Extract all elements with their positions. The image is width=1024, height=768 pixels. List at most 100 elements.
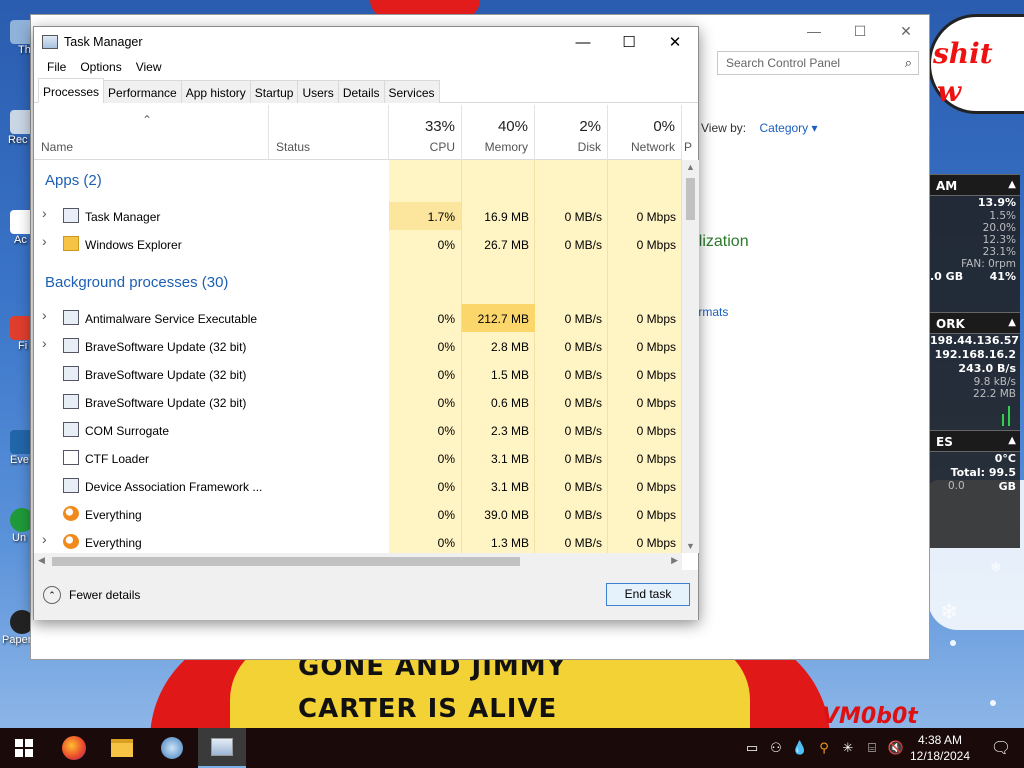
user-icon[interactable]: ⚇ bbox=[764, 740, 788, 756]
memory-value: 1.3 MB bbox=[490, 536, 529, 550]
vertical-scrollbar[interactable]: ▲ ▼ bbox=[682, 160, 699, 553]
snowflake-icon: ❄ bbox=[990, 560, 1002, 576]
process-row[interactable]: › BraveSoftware Update (32 bit) 0% 2.8 MB 0 … bbox=[34, 332, 682, 360]
column-disk[interactable]: 2% Disk bbox=[535, 105, 608, 160]
process-row[interactable]: › Windows Explorer 0% 26.7 MB 0 MB/s 0 Mbps bbox=[34, 230, 682, 258]
process-row[interactable]: COM Surrogate 0% 2.3 MB 0 MB/s 0 Mbps bbox=[34, 416, 682, 444]
expand-chevron-icon[interactable]: › bbox=[42, 531, 47, 547]
column-name[interactable]: ⌃ Name bbox=[34, 105, 269, 160]
process-row[interactable]: CTF Loader 0% 3.1 MB 0 MB/s 0 Mbps bbox=[34, 444, 682, 472]
column-status[interactable]: Status bbox=[269, 105, 389, 160]
wallpaper-signature: VM0b0t bbox=[822, 704, 918, 728]
tab-processes[interactable]: Processes bbox=[38, 78, 105, 103]
group-apps-title[interactable]: Apps (2) bbox=[45, 172, 102, 189]
disk-value: 0 MB/s bbox=[564, 210, 602, 224]
tab-performance[interactable]: Performance bbox=[103, 80, 182, 103]
process-row[interactable]: › Everything 0% 1.3 MB 0 MB/s 0 Mbps bbox=[34, 528, 682, 553]
tab-app-history[interactable]: App history bbox=[180, 80, 251, 103]
folder-icon bbox=[63, 236, 79, 251]
minimize-button[interactable]: — bbox=[560, 27, 606, 57]
app-taskbar-button[interactable] bbox=[148, 728, 196, 768]
window-buttons: — ☐ ✕ bbox=[560, 27, 698, 57]
task-manager-window[interactable]: Task Manager — ☐ ✕ File Options View Pro… bbox=[33, 26, 699, 620]
close-button[interactable]: ✕ bbox=[883, 15, 929, 47]
collapse-icon: ▲ bbox=[1008, 179, 1016, 190]
memory-value: 2.8 MB bbox=[490, 340, 529, 354]
clock-time: 4:38 AM bbox=[917, 733, 963, 747]
menu-file[interactable]: File bbox=[40, 57, 73, 79]
process-row[interactable]: BraveSoftware Update (32 bit) 0% 1.5 MB 0 M… bbox=[34, 360, 682, 388]
tab-details[interactable]: Details bbox=[337, 80, 385, 103]
network-icon[interactable]: ⌸ bbox=[860, 740, 884, 756]
close-button[interactable]: ✕ bbox=[652, 27, 698, 57]
column-power-partial[interactable]: P bbox=[682, 105, 698, 160]
column-network[interactable]: 0% Network bbox=[608, 105, 682, 160]
task-manager-taskbar-button[interactable] bbox=[198, 728, 246, 768]
menu-options[interactable]: Options bbox=[73, 57, 128, 79]
disk-value: 0 MB/s bbox=[564, 508, 602, 522]
maximize-button[interactable]: ☐ bbox=[606, 27, 652, 57]
taskbar: ▭ ⚇ 💧 ⚲ ✳ ⌸ 🔇 4:38 AM 12/18/2024 🗨 bbox=[0, 728, 1024, 768]
ctf-loader-icon bbox=[63, 450, 79, 465]
tab-users[interactable]: Users bbox=[297, 80, 339, 103]
gadget-cpu-core: 1.5% bbox=[989, 210, 1016, 222]
firefox-taskbar-button[interactable] bbox=[50, 728, 98, 768]
expand-chevron-icon[interactable]: › bbox=[42, 307, 47, 323]
tab-startup[interactable]: Startup bbox=[249, 80, 299, 103]
gadget-disk-total: Total: 99.5 GB bbox=[950, 466, 1016, 493]
process-row[interactable]: BraveSoftware Update (32 bit) 0% 0.6 MB 0 M… bbox=[34, 388, 682, 416]
network-value: 0 Mbps bbox=[636, 340, 676, 354]
minimize-button[interactable]: — bbox=[791, 15, 837, 47]
expand-chevron-icon[interactable]: › bbox=[42, 233, 47, 249]
horizontal-scrollbar[interactable]: ◀ ▶ bbox=[34, 553, 682, 570]
clock[interactable]: 4:38 AM 12/18/2024 bbox=[905, 732, 975, 764]
expand-chevron-icon[interactable]: › bbox=[42, 335, 47, 351]
display-icon[interactable]: ▭ bbox=[740, 740, 764, 756]
network-value: 0 Mbps bbox=[636, 424, 676, 438]
title-bar[interactable]: Task Manager — ☐ ✕ bbox=[34, 27, 698, 57]
search-placeholder: Search Control Panel bbox=[726, 56, 841, 70]
gadget-cpu-core: 23.1% bbox=[982, 246, 1016, 258]
tab-services[interactable]: Services bbox=[383, 80, 440, 103]
process-name: Task Manager bbox=[85, 210, 161, 224]
scroll-thumb[interactable] bbox=[52, 557, 520, 566]
file-explorer-taskbar-button[interactable] bbox=[98, 728, 146, 768]
scroll-thumb[interactable] bbox=[686, 178, 695, 220]
view-by-control: View by: Category ▾ bbox=[701, 121, 818, 135]
process-row[interactable]: › Antimalware Service Executable 0% 212.7 M… bbox=[34, 304, 682, 332]
group-background-title[interactable]: Background processes (30) bbox=[45, 274, 228, 291]
memory-value: 2.3 MB bbox=[490, 424, 529, 438]
search-everything-icon[interactable]: ⚲ bbox=[812, 740, 836, 756]
windows-logo-icon bbox=[15, 739, 33, 757]
gadget-disk-temp: 0°C bbox=[994, 452, 1016, 465]
menu-view[interactable]: View bbox=[129, 57, 169, 79]
notification-icon: 🗨 bbox=[990, 740, 1012, 757]
network-value: 0 Mbps bbox=[636, 238, 676, 252]
start-button[interactable] bbox=[0, 728, 48, 768]
cpu-total-percent: 33% bbox=[424, 118, 455, 135]
end-task-button[interactable]: End task bbox=[606, 583, 690, 606]
process-name: Everything bbox=[85, 508, 142, 522]
drop-icon[interactable]: 💧 bbox=[788, 740, 812, 756]
view-by-category-dropdown[interactable]: Category ▾ bbox=[759, 121, 817, 135]
column-header: ⌃ Name Status 33% CPU 40% Memory 2% Disk… bbox=[34, 105, 692, 160]
memory-value: 26.7 MB bbox=[484, 238, 529, 252]
control-panel-search-input[interactable]: Search Control Panel ⌕ bbox=[717, 51, 919, 75]
column-cpu[interactable]: 33% CPU bbox=[389, 105, 462, 160]
process-row[interactable]: Device Association Framework ... 0% 3.1 MB… bbox=[34, 472, 682, 500]
notification-center-button[interactable]: 🗨 bbox=[978, 728, 1024, 768]
cpu-value: 0% bbox=[437, 238, 455, 252]
expand-chevron-icon[interactable]: › bbox=[42, 205, 47, 221]
process-row[interactable]: › Task Manager 1.7% 16.9 MB 0 MB/s 0 Mbps bbox=[34, 202, 682, 230]
cpu-value: 0% bbox=[437, 508, 455, 522]
snowflake-tray-icon[interactable]: ✳ bbox=[836, 740, 860, 756]
memory-value: 39.0 MB bbox=[484, 508, 529, 522]
maximize-button[interactable]: ☐ bbox=[837, 15, 883, 47]
column-memory[interactable]: 40% Memory bbox=[462, 105, 535, 160]
process-row[interactable]: Everything 0% 39.0 MB 0 MB/s 0 Mbps bbox=[34, 500, 682, 528]
process-name: BraveSoftware Update (32 bit) bbox=[85, 396, 247, 410]
gadget-upload-rate: 243.0 B/s bbox=[958, 362, 1016, 375]
fewer-details-button[interactable]: ⌃ Fewer details bbox=[43, 586, 140, 604]
memory-total-percent: 40% bbox=[497, 118, 528, 135]
disk-value: 0 MB/s bbox=[564, 424, 602, 438]
